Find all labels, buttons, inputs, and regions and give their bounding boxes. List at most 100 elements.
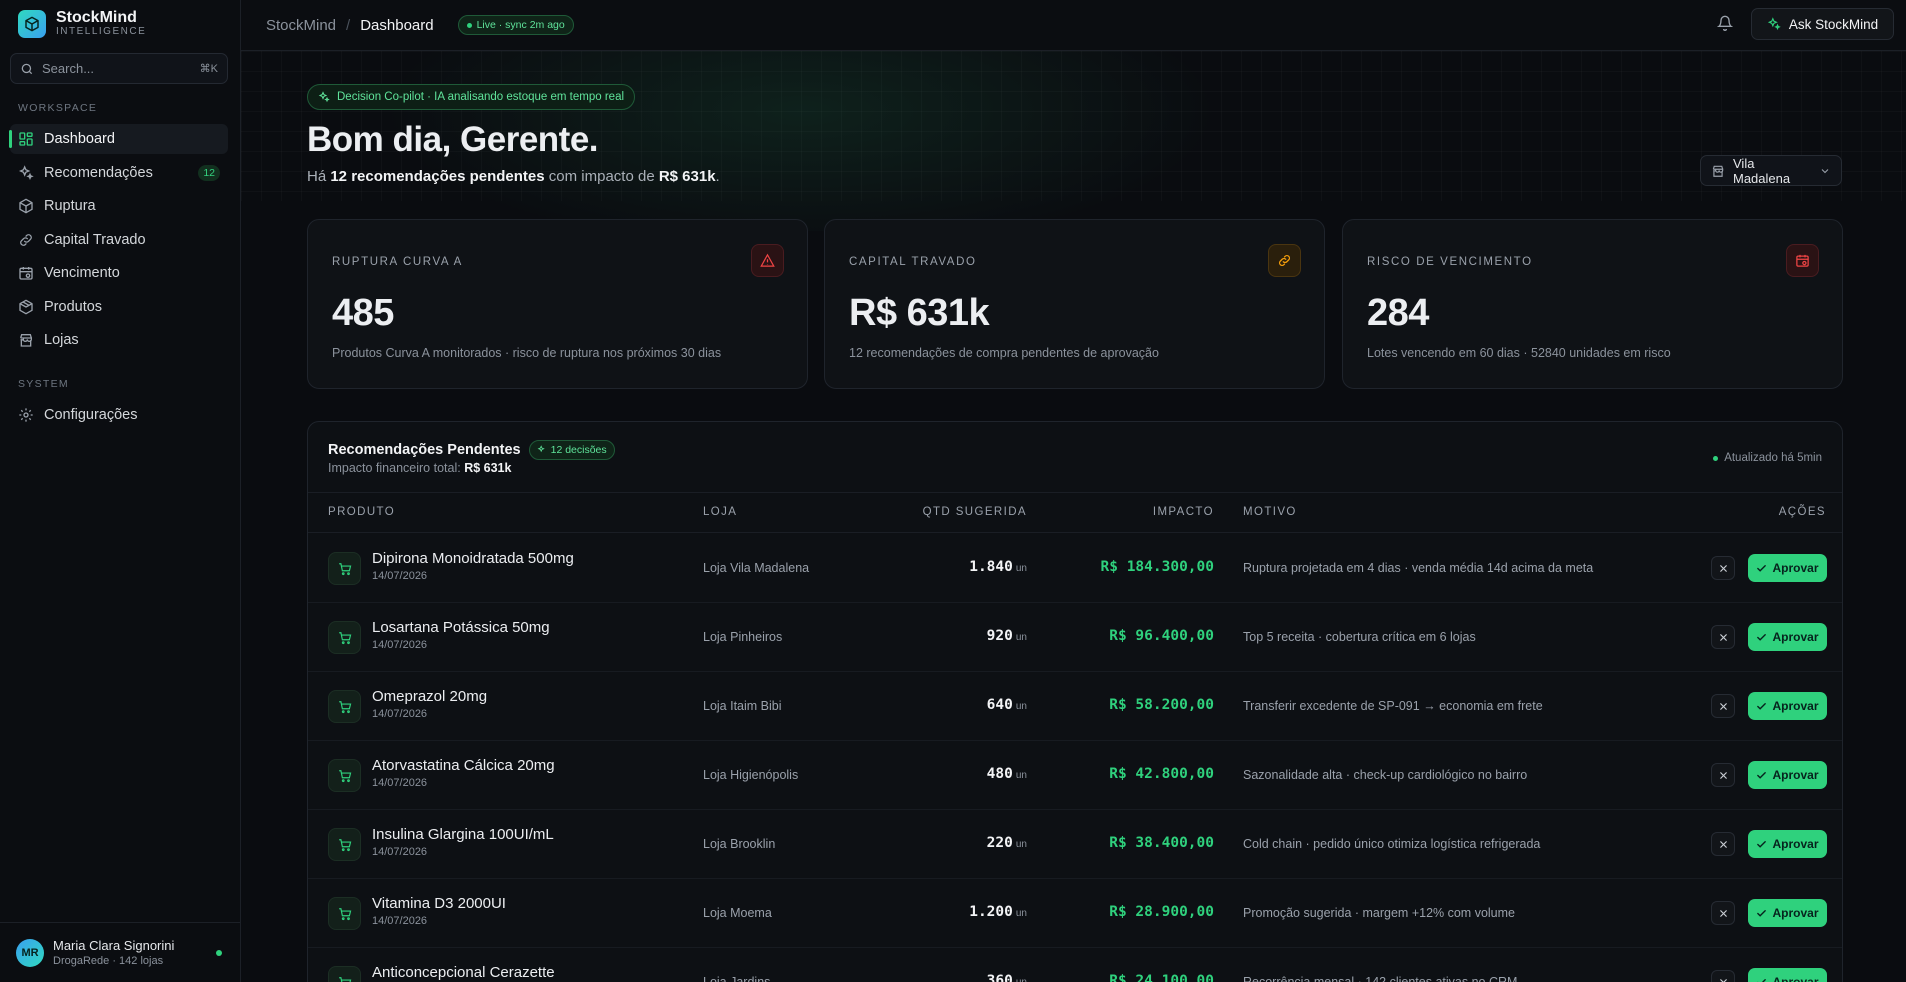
store-name: Loja Moema [703, 906, 772, 920]
check-icon [1756, 770, 1767, 781]
search-placeholder: Search... [42, 61, 95, 76]
sidebar-item-lojas[interactable]: Lojas [10, 325, 228, 355]
user-profile[interactable]: MR Maria Clara Signorini DrogaRede · 142… [0, 922, 240, 982]
product-date: 14/07/2026 [372, 915, 428, 927]
sidebar-item-vencimento[interactable]: Vencimento [10, 258, 228, 288]
product-name[interactable]: Dipirona Monoidratada 500mg [372, 550, 574, 567]
sidebar: StockMind INTELLIGENCE Search... ⌘K WORK… [0, 0, 241, 982]
kpi-card-vencimento[interactable]: RISCO DE VENCIMENTO 284 Lotes vencendo e… [1342, 219, 1843, 389]
reason-text: Ruptura projetada em 4 dias · venda médi… [1243, 561, 1594, 575]
reject-button[interactable] [1711, 970, 1735, 982]
unit-label: un [1016, 977, 1027, 982]
impact-value: R$ 28.900,00 [1109, 904, 1214, 920]
copilot-status-pill: Decision Co-pilot · IA analisando estoqu… [307, 84, 636, 110]
reject-button[interactable] [1711, 763, 1735, 787]
cart-icon [328, 690, 361, 723]
table-row[interactable]: Losartana Potássica 50mg 14/07/2026 Loja P… [308, 603, 1842, 672]
cart-icon [328, 897, 361, 930]
product-name[interactable]: Vitamina D3 2000UI [372, 895, 506, 912]
reason-text: Top 5 receita · cobertura crítica em 6 l… [1243, 630, 1476, 644]
impact-value: R$ 184.300,00 [1100, 559, 1215, 575]
user-name: Maria Clara Signorini [53, 938, 175, 953]
system-label: SYSTEM [18, 378, 69, 390]
updated-status: Atualizado há 5min [1713, 452, 1822, 464]
column-header-store[interactable]: LOJA [703, 506, 737, 518]
search-input[interactable]: Search... ⌘K [10, 53, 228, 84]
ask-stockmind-label: Ask StockMind [1788, 16, 1879, 32]
table-row[interactable]: Omeprazol 20mg 14/07/2026 Loja Itaim Bibi 6… [308, 672, 1842, 741]
approve-button[interactable]: Aprovar [1748, 830, 1827, 858]
reject-button[interactable] [1711, 694, 1735, 718]
sidebar-item-label: Produtos [44, 299, 103, 315]
sparkles-icon [1767, 17, 1781, 31]
user-org: DrogaRede · 142 lojas [53, 955, 164, 967]
reject-button[interactable] [1711, 832, 1735, 856]
breadcrumb-current: Dashboard [360, 16, 434, 34]
approve-button[interactable]: Aprovar [1748, 761, 1827, 789]
approve-button[interactable]: Aprovar [1748, 899, 1827, 927]
recommendations-count-badge: 12 [198, 165, 220, 181]
product-name[interactable]: Omeprazol 20mg [372, 688, 487, 705]
pending-count: 12 recomendações pendentes [330, 168, 545, 185]
store-icon [18, 332, 34, 348]
product-name[interactable]: Anticoncepcional Cerazette [372, 964, 555, 981]
bell-icon[interactable] [1716, 15, 1734, 34]
table-row[interactable]: Insulina Glargina 100UI/mL 14/07/2026 Loja… [308, 810, 1842, 879]
live-dot-icon [466, 22, 472, 28]
kpi-card-ruptura[interactable]: RUPTURA CURVA A 485 Produtos Curva A mon… [307, 219, 808, 389]
table-row[interactable]: Anticoncepcional Cerazette Loja Jardins 36… [308, 948, 1842, 982]
table-row[interactable]: Atorvastatina Cálcica 20mg 14/07/2026 Loja… [308, 741, 1842, 810]
cart-icon [328, 621, 361, 654]
approve-label: Aprovar [1772, 975, 1819, 982]
pending-summary: Há 12 recomendações pendentes com impact… [307, 168, 720, 185]
store-selector[interactable]: Vila Madalena [1700, 155, 1842, 186]
sidebar-item-dashboard[interactable]: Dashboard [9, 124, 228, 154]
column-header-product[interactable]: PRODUTO [328, 506, 395, 518]
store-name: Loja Jardins [703, 975, 771, 982]
sidebar-item-configuracoes[interactable]: Configurações [10, 400, 228, 430]
approve-button[interactable]: Aprovar [1748, 692, 1827, 720]
ask-stockmind-button[interactable]: Ask StockMind [1751, 8, 1894, 40]
check-icon [1756, 563, 1767, 574]
breadcrumb-root[interactable]: StockMind [266, 17, 336, 34]
reject-button[interactable] [1711, 625, 1735, 649]
cube-logo-icon [18, 10, 46, 38]
product-name[interactable]: Atorvastatina Cálcica 20mg [372, 757, 555, 774]
search-icon [21, 63, 33, 74]
product-name[interactable]: Insulina Glargina 100UI/mL [372, 826, 554, 843]
approve-button[interactable]: Aprovar [1748, 623, 1827, 651]
suggested-qty: 1.840 un [969, 559, 1027, 575]
reason-text: Recorrência mensal · 142 clientes ativas… [1243, 975, 1518, 982]
column-header-qty[interactable]: QTD SUGERIDA [923, 506, 1027, 518]
approve-label: Aprovar [1772, 906, 1819, 920]
approve-button[interactable]: Aprovar [1748, 554, 1827, 582]
online-status-dot [216, 950, 222, 956]
kpi-value: 485 [332, 292, 394, 334]
suggested-qty: 220 un [986, 835, 1027, 851]
check-icon [1756, 701, 1767, 712]
approve-button[interactable]: Aprovar [1748, 968, 1827, 982]
chevron-down-icon [1821, 168, 1829, 173]
panel-title: Recomendações Pendentes 12 decisões [328, 440, 615, 460]
reject-button[interactable] [1711, 556, 1735, 580]
brand[interactable]: StockMind INTELLIGENCE [18, 10, 146, 38]
close-icon [1718, 977, 1729, 982]
pending-impact: R$ 631k [658, 168, 716, 185]
column-header-reason[interactable]: MOTIVO [1243, 506, 1297, 518]
table-row[interactable]: Dipirona Monoidratada 500mg 14/07/2026 Loj… [308, 534, 1842, 603]
table-row[interactable]: Vitamina D3 2000UI 14/07/2026 Loja Moema 1.… [308, 879, 1842, 948]
sidebar-item-recomendacoes[interactable]: Recomendações 12 [10, 158, 228, 188]
kpi-description: 12 recomendações de compra pendentes de … [849, 346, 1159, 360]
sidebar-item-produtos[interactable]: Produtos [10, 292, 228, 322]
product-name[interactable]: Losartana Potássica 50mg [372, 619, 550, 636]
approve-label: Aprovar [1772, 630, 1819, 644]
kpi-card-capital-travado[interactable]: CAPITAL TRAVADO R$ 631k 12 recomendações… [824, 219, 1325, 389]
column-header-impact[interactable]: IMPACTO [1153, 506, 1214, 518]
sidebar-item-ruptura[interactable]: Ruptura [10, 191, 228, 221]
sidebar-item-capital-travado[interactable]: Capital Travado [10, 225, 228, 255]
recommendations-panel: Recomendações Pendentes 12 decisões Impa… [307, 421, 1843, 982]
calendar-clock-icon [1786, 244, 1819, 277]
unit-label: un [1015, 701, 1027, 712]
reject-button[interactable] [1711, 901, 1735, 925]
kpi-label: CAPITAL TRAVADO [849, 256, 977, 268]
